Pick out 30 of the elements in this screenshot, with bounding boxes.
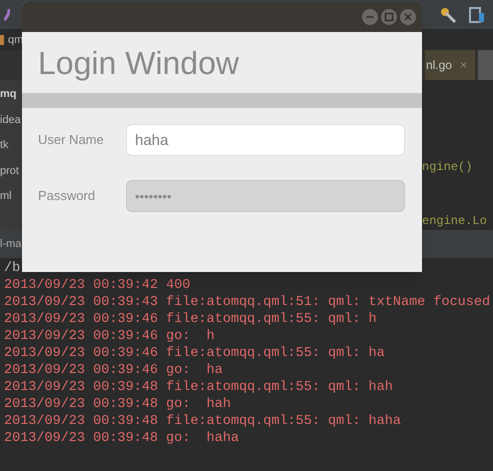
tools-icon[interactable]	[439, 6, 457, 24]
project-item[interactable]: prot	[0, 162, 22, 179]
console-path: /b	[4, 260, 22, 277]
input-field[interactable]: haha	[126, 124, 405, 156]
console-line: 2013/09/23 00:39:46 file:atomqq.qml:55: qml: h	[4, 311, 378, 328]
project-item[interactable]: idea	[0, 112, 22, 128]
field-label: Password	[38, 187, 96, 206]
panel-title[interactable]: l-ma	[0, 236, 22, 252]
code-line: ngine()	[422, 159, 474, 176]
field-label: User Name	[38, 131, 105, 150]
project-item[interactable]: ml	[0, 188, 22, 204]
project-title: mq	[0, 87, 18, 102]
window-title: Login Window	[38, 44, 239, 83]
code-line: engine.Lo	[422, 213, 488, 230]
console-line: 2013/09/23 00:39:48 go: hah	[4, 396, 232, 413]
console-line: 2013/09/23 00:39:43 file:atomqq.qml:51: qml: txtName focused	[4, 294, 492, 311]
maximize-icon[interactable]	[381, 9, 397, 25]
console-line: 2013/09/23 00:39:42 400	[4, 277, 192, 294]
project-item[interactable]: tk	[0, 137, 22, 154]
grid-icon[interactable]	[469, 6, 485, 22]
console-line: 2013/09/23 00:39:46 go: h	[4, 328, 216, 345]
file-icon	[0, 35, 4, 45]
editor-tab[interactable]: nl.go ×	[425, 50, 475, 80]
minimize-icon[interactable]	[362, 9, 378, 25]
console-line: 2013/09/23 00:39:48 go: haha	[4, 430, 240, 447]
console-line: 2013/09/23 00:39:48 file:atomqq.qml:55: qml: haha	[4, 413, 402, 430]
close-icon[interactable]	[400, 9, 416, 25]
console-line: 2013/09/23 00:39:46 go: ha	[4, 362, 224, 379]
console-line: 2013/09/23 00:39:46 file:atomqq.qml:55: qml: ha	[4, 345, 386, 362]
console-line: 2013/09/23 00:39:48 file:atomqq.qml:55: qml: hah	[4, 379, 394, 396]
